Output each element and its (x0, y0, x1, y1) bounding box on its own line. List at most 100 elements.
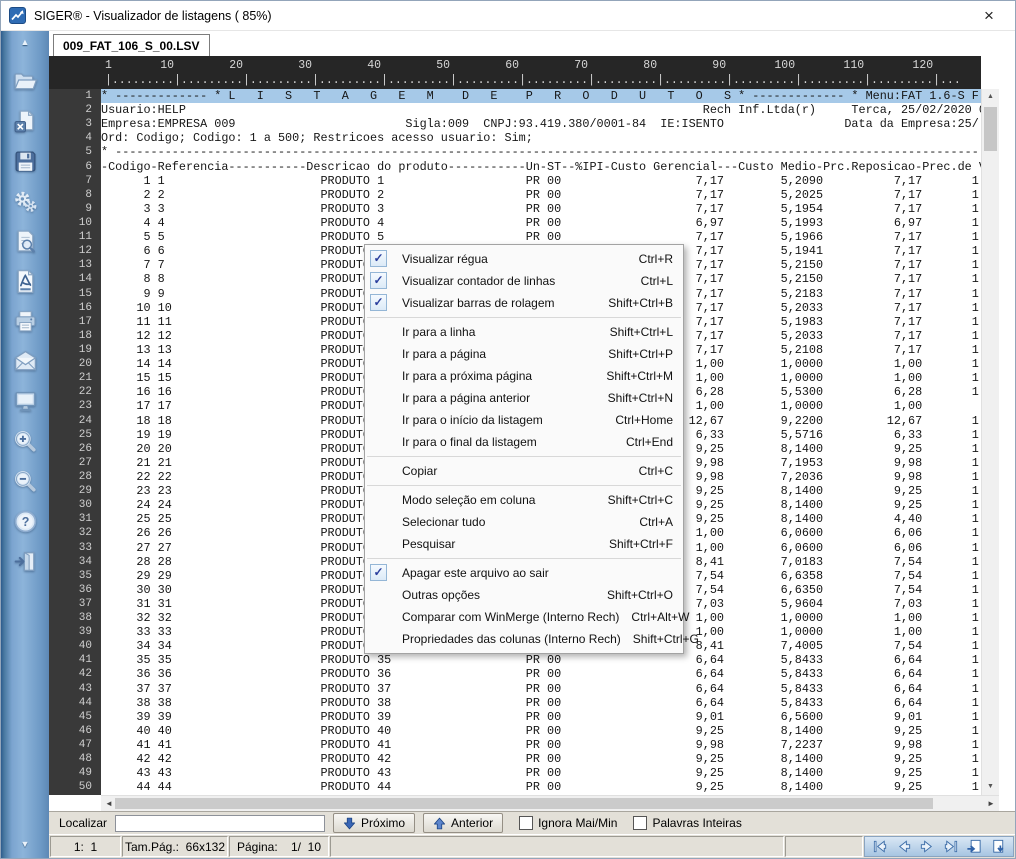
ignore-case-checkbox[interactable]: Ignora Mai/Min (519, 816, 617, 830)
menu-item[interactable]: ✓Visualizar contador de linhasCtrl+L (365, 270, 683, 292)
close-file-icon[interactable] (12, 108, 39, 135)
menu-item[interactable]: Ir para a páginaShift+Ctrl+P (365, 343, 683, 365)
listing-line[interactable]: 43 43 PRODUTO 43 PR 00 9,25 8,1400 9,25 … (101, 766, 981, 780)
app-window: SIGER® - Visualizador de listagens ( 85%… (0, 0, 1016, 859)
listing-line[interactable]: 44 44 PRODUTO 44 PR 00 9,25 8,1400 9,25 … (101, 780, 981, 794)
menu-item[interactable]: Propriedades das colunas (Interno Rech)S… (365, 628, 683, 650)
sidebar-collapse-button[interactable]: ▲ (21, 35, 30, 50)
menu-item[interactable]: Ir para o final da listagemCtrl+End (365, 431, 683, 453)
status-page-number: Página: 1/ 10 (229, 836, 329, 857)
listing-line[interactable]: Empresa:EMPRESA 009 Sigla:009 CNPJ:93.41… (101, 117, 981, 131)
nav-previous-icon[interactable] (893, 837, 914, 856)
listing-line[interactable]: 41 41 PRODUTO 41 PR 00 9,98 7,2237 9,98 … (101, 738, 981, 752)
menu-item-label: Outras opções (402, 584, 595, 606)
listing-line[interactable]: 2 2 PRODUTO 2 PR 00 7,17 5,2025 7,17 1 (101, 188, 981, 202)
listing-line[interactable]: * ------------- * L I S T A G E M D E P … (101, 89, 981, 103)
listing-line[interactable]: Ord: Codigo; Codigo: 1 a 500; Restricoes… (101, 131, 981, 145)
find-input[interactable] (115, 815, 325, 832)
listing-line[interactable]: 36 36 PRODUTO 36 PR 00 6,64 5,8433 6,64 … (101, 667, 981, 681)
export-listing-icon[interactable] (987, 837, 1008, 856)
listing-line[interactable]: -Codigo-Referencia-----------Descricao d… (101, 160, 981, 174)
menu-item[interactable]: Ir para o início da listagemCtrl+Home (365, 409, 683, 431)
email-icon[interactable] (12, 348, 39, 375)
menu-item-shortcut: Shift+Ctrl+O (607, 584, 673, 606)
line-number-gutter: 1234567891011121314151617181920212223242… (49, 89, 101, 795)
horizontal-scrollbar[interactable]: ◄ ► (101, 795, 999, 811)
find-previous-button[interactable]: Anterior (423, 813, 503, 833)
goto-page-icon[interactable] (964, 837, 985, 856)
menu-item[interactable]: Modo seleção em colunaShift+Ctrl+C (365, 489, 683, 511)
help-icon[interactable]: ? (12, 508, 39, 535)
listing-line[interactable]: 4 4 PRODUTO 4 PR 00 6,97 5,1993 6,97 1 (101, 216, 981, 230)
nav-first-icon[interactable] (870, 837, 891, 856)
exit-icon[interactable] (12, 548, 39, 575)
menu-separator (367, 317, 681, 318)
menu-item[interactable]: Ir para a próxima páginaShift+Ctrl+M (365, 365, 683, 387)
arrow-down-icon (343, 817, 356, 830)
tab-file[interactable]: 009_FAT_106_S_00.LSV (53, 34, 210, 56)
listing-line[interactable]: 39 39 PRODUTO 39 PR 00 9,01 6,5600 9,01 … (101, 710, 981, 724)
listing-line[interactable]: 37 37 PRODUTO 37 PR 00 6,64 5,8433 6,64 … (101, 682, 981, 696)
menu-item[interactable]: CopiarCtrl+C (365, 460, 683, 482)
vertical-scroll-thumb[interactable] (984, 107, 997, 151)
listing-line[interactable]: 42 42 PRODUTO 42 PR 00 9,25 8,1400 9,25 … (101, 752, 981, 766)
line-number: 28 (49, 470, 101, 484)
listing-line[interactable]: 38 38 PRODUTO 38 PR 00 6,64 5,8433 6,64 … (101, 696, 981, 710)
listing-line[interactable]: Usuario:HELP Rech Inf.Ltda(r) Terca, 25/… (101, 103, 981, 117)
listing-line[interactable]: 35 35 PRODUTO 35 PR 00 6,64 5,8433 6,64 … (101, 653, 981, 667)
checkbox-icon (633, 816, 647, 830)
menu-item[interactable]: ✓Visualizar barras de rolagemShift+Ctrl+… (365, 292, 683, 314)
scroll-up-icon[interactable]: ▲ (982, 89, 999, 105)
app-icon (9, 7, 26, 24)
menu-item[interactable]: Ir para a linhaShift+Ctrl+L (365, 321, 683, 343)
menu-item-shortcut: Ctrl+R (639, 248, 673, 270)
menu-item[interactable]: ✓Visualizar réguaCtrl+R (365, 248, 683, 270)
whole-words-checkbox[interactable]: Palavras Inteiras (633, 816, 741, 830)
nav-next-icon[interactable] (917, 837, 938, 856)
listing-line[interactable]: 5 5 PRODUTO 5 PR 00 7,17 5,1966 7,17 1 (101, 230, 981, 244)
line-number: 42 (49, 667, 101, 681)
close-icon[interactable]: × (971, 2, 1007, 30)
menu-item-label: Selecionar tudo (402, 511, 627, 533)
menu-item[interactable]: Selecionar tudoCtrl+A (365, 511, 683, 533)
vertical-scrollbar[interactable]: ▲ ▼ (981, 89, 999, 795)
find-next-label: Próximo (361, 816, 405, 830)
listing-line[interactable]: 40 40 PRODUTO 40 PR 00 9,25 8,1400 9,25 … (101, 724, 981, 738)
scroll-down-icon[interactable]: ▼ (982, 779, 999, 795)
menu-item-label: Visualizar contador de linhas (402, 270, 629, 292)
listing-line[interactable]: 1 1 PRODUTO 1 PR 00 7,17 5,2090 7,17 1 (101, 174, 981, 188)
line-number: 40 (49, 639, 101, 653)
find-bar: Localizar Próximo Anterior Ignora Mai/Mi… (49, 811, 1015, 834)
preview-icon[interactable] (12, 228, 39, 255)
status-cursor-position: 1: 1 (50, 836, 121, 857)
menu-item[interactable]: Comparar com WinMerge (Interno Rech)Ctrl… (365, 606, 683, 628)
open-folder-icon[interactable] (12, 68, 39, 95)
settings-icon[interactable] (12, 188, 39, 215)
save-icon[interactable] (12, 148, 39, 175)
line-number: 43 (49, 682, 101, 696)
whole-words-label: Palavras Inteiras (652, 816, 741, 830)
pdf-icon[interactable] (12, 268, 39, 295)
zoom-out-icon[interactable] (12, 468, 39, 495)
line-number: 31 (49, 512, 101, 526)
line-number: 32 (49, 526, 101, 540)
menu-item[interactable]: PesquisarShift+Ctrl+F (365, 533, 683, 555)
print-icon[interactable] (12, 308, 39, 335)
menu-item-shortcut: Ctrl+C (639, 460, 673, 482)
scroll-right-icon[interactable]: ► (983, 796, 999, 811)
horizontal-scroll-thumb[interactable] (115, 798, 933, 809)
menu-item-label: Ir para a página (402, 343, 596, 365)
status-empty-cell (785, 836, 863, 857)
display-icon[interactable] (12, 388, 39, 415)
find-next-button[interactable]: Próximo (333, 813, 415, 833)
menu-item[interactable]: Outras opções Shift+Ctrl+O (365, 584, 683, 606)
menu-item[interactable]: Ir para a página anteriorShift+Ctrl+N (365, 387, 683, 409)
menu-item[interactable]: ✓Apagar este arquivo ao sair (365, 562, 683, 584)
listing-line[interactable]: 3 3 PRODUTO 3 PR 00 7,17 5,1954 7,17 1 (101, 202, 981, 216)
sidebar: ▲ ? ▼ (1, 31, 49, 858)
zoom-in-icon[interactable] (12, 428, 39, 455)
sidebar-expand-button[interactable]: ▼ (21, 837, 30, 852)
line-number: 6 (49, 160, 101, 174)
nav-last-icon[interactable] (940, 837, 961, 856)
listing-line[interactable]: * --------------------------------------… (101, 145, 981, 159)
